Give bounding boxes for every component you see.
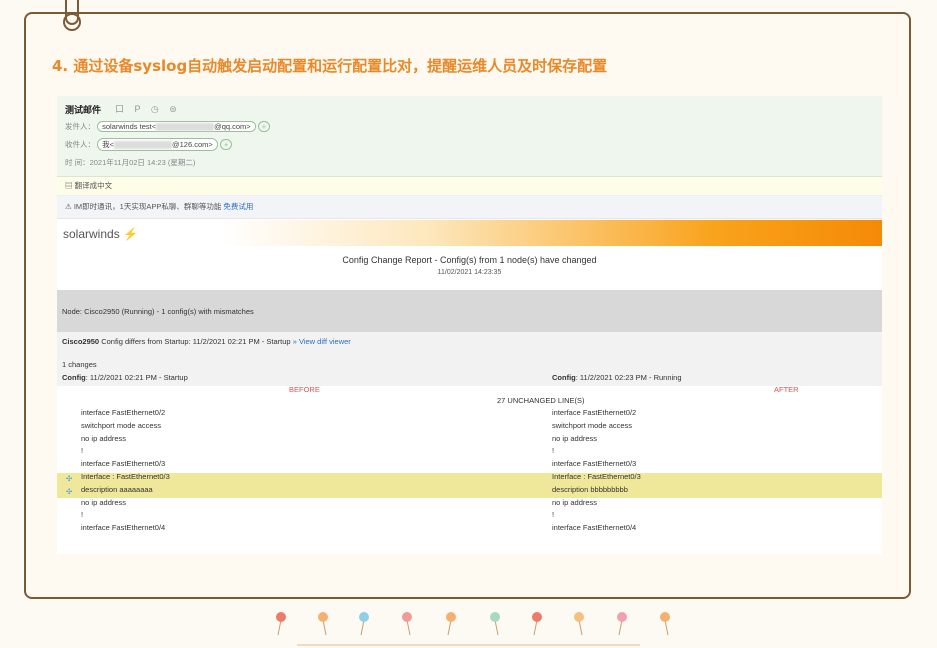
diff-line: no ip address: [81, 497, 127, 507]
free-trial-link[interactable]: 免费试用: [223, 202, 253, 211]
flower-pin-icon: [359, 612, 369, 636]
to-row: 收件人： 我< @126.com> +: [65, 138, 233, 151]
flower-pin-icon: [617, 612, 627, 636]
node-summary: Node: Cisco2950 (Running) - 1 config(s) …: [57, 290, 882, 332]
diff-line: description aaaaaaaa: [81, 484, 153, 494]
diff-line: interface FastEthernet0/2: [552, 408, 637, 417]
after-label: AFTER: [774, 385, 799, 394]
diff-line: no ip address: [81, 433, 127, 443]
solarwinds-logo: solarwinds ⚡: [63, 227, 138, 241]
changed-highlight: [57, 473, 882, 498]
mail-subject: 测试邮件: [65, 105, 102, 115]
add-contact-button[interactable]: +: [219, 139, 233, 150]
flower-pin-icon: [490, 612, 500, 636]
diff-line: Interface : FastEthernet0/3: [552, 472, 641, 481]
diff-line: no ip address: [552, 497, 598, 507]
diff-line: switchport mode access: [552, 420, 633, 430]
diff-line: interface FastEthernet0/4: [81, 523, 166, 533]
move-icon: ✣: [66, 487, 73, 496]
mail-action-icons[interactable]: 口 P ◷ ⊜: [115, 102, 181, 115]
warning-icon: ⚠: [65, 202, 74, 211]
paperclip-icon: [63, 0, 81, 31]
divider: [297, 644, 640, 646]
brand-banner: solarwinds ⚡: [57, 220, 882, 246]
view-diff-link[interactable]: » View diff viewer: [293, 337, 351, 346]
flower-pin-icon: [660, 612, 670, 636]
before-label: BEFORE: [289, 385, 320, 394]
mail-header: 测试邮件 口 P ◷ ⊜ 发件人： solarwinds test< @qq.co…: [57, 96, 882, 177]
from-address[interactable]: solarwinds test< @qq.com>: [97, 121, 256, 133]
flower-pin-icon: [446, 612, 456, 636]
flower-pin-icon: [532, 612, 542, 636]
diff-line: switchport mode access: [81, 420, 162, 430]
time-row: 时 间：2021年11月02日 14:23 (星期二): [65, 158, 196, 167]
section-heading: 4. 通过设备syslog自动触发启动配置和运行配置比对，提醒运维人员及时保存配…: [52, 57, 608, 75]
diff-line: interface FastEthernet0/3: [81, 459, 166, 469]
diff-line: !: [81, 510, 84, 520]
translate-bar[interactable]: ▤ 翻译成中文: [57, 177, 882, 196]
to-address[interactable]: 我< @126.com>: [97, 138, 218, 151]
diff-line: description bbbbbbbbb: [552, 484, 628, 494]
diff-line: interface FastEthernet0/3: [552, 459, 637, 469]
add-contact-button[interactable]: +: [257, 121, 271, 132]
flower-pin-icon: [574, 612, 584, 636]
diff-line: no ip address: [552, 433, 598, 443]
report-title: Config Change Report - Config(s) from 1 …: [342, 255, 597, 265]
flower-pin-icon: [318, 612, 328, 636]
move-icon: ✣: [66, 474, 73, 483]
email-screenshot: 测试邮件 口 P ◷ ⊜ 发件人： solarwinds test< @qq.co…: [57, 96, 882, 554]
report-date: 11/02/2021 14:23:35: [437, 269, 502, 276]
unchanged-count: 27 UNCHANGED LINE(S): [497, 396, 585, 405]
diff-line: !: [81, 446, 84, 456]
from-row: 发件人： solarwinds test< @qq.com> +: [65, 121, 271, 133]
flower-pin-icon: [402, 612, 412, 636]
diff-line: !: [552, 446, 555, 456]
diff-line: Interface : FastEthernet0/3: [81, 472, 170, 481]
promo-tip: ⚠ IM即时通讯，1天实现APP私聊、群聊等功能 免费试用: [57, 196, 882, 219]
diff-line: interface FastEthernet0/2: [81, 408, 166, 417]
translate-icon: ▤: [65, 181, 75, 190]
diff-line: interface FastEthernet0/4: [552, 523, 637, 533]
diff-line: !: [552, 510, 555, 520]
flower-pin-icon: [276, 612, 286, 636]
